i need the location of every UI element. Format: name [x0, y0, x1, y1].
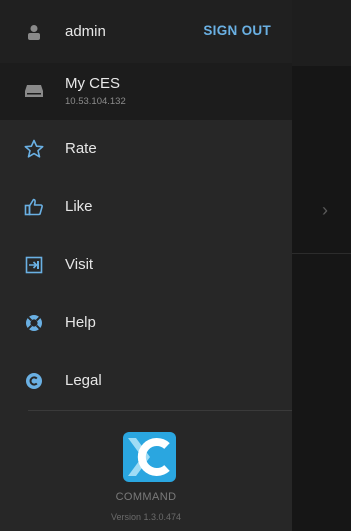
server-ip: 10.53.104.132	[65, 96, 126, 107]
menu-item-visit[interactable]: Visit	[0, 236, 292, 294]
navigation-drawer: admin SIGN OUT My CES 10.53.104.132 Rate…	[0, 0, 292, 531]
menu-item-like[interactable]: Like	[0, 178, 292, 236]
app-version: Version 1.3.0.474	[110, 512, 182, 522]
sign-out-button[interactable]: SIGN OUT	[203, 23, 271, 38]
account-row: admin SIGN OUT	[0, 0, 292, 63]
star-outline-icon	[24, 139, 44, 158]
thumbs-up-icon	[24, 198, 43, 216]
copyright-icon	[26, 373, 42, 389]
menu-item-label: Rate	[65, 140, 97, 157]
menu-item-rate[interactable]: Rate	[0, 120, 292, 178]
menu-item-legal[interactable]: Legal	[0, 352, 292, 410]
server-icon	[25, 85, 43, 97]
server-name: My CES	[65, 75, 121, 92]
external-link-icon	[25, 256, 43, 274]
menu-item-label: Legal	[65, 372, 102, 389]
menu-item-label: Like	[65, 198, 93, 215]
command-logo	[123, 432, 176, 482]
username: admin	[65, 23, 106, 40]
background-screen	[292, 0, 351, 531]
menu-item-help[interactable]: Help	[0, 294, 292, 352]
background-divider	[292, 253, 351, 254]
background-app-bar	[292, 0, 351, 66]
menu-item-label: Help	[65, 314, 96, 331]
footer-divider	[28, 410, 292, 411]
brand-name: COMMAND	[115, 491, 177, 503]
user-icon	[28, 25, 40, 40]
menu-item-label: Visit	[65, 256, 94, 273]
lifebuoy-icon	[26, 315, 42, 331]
chevron-right-icon[interactable]: ›	[322, 200, 328, 221]
server-row[interactable]: My CES 10.53.104.132	[0, 63, 292, 120]
